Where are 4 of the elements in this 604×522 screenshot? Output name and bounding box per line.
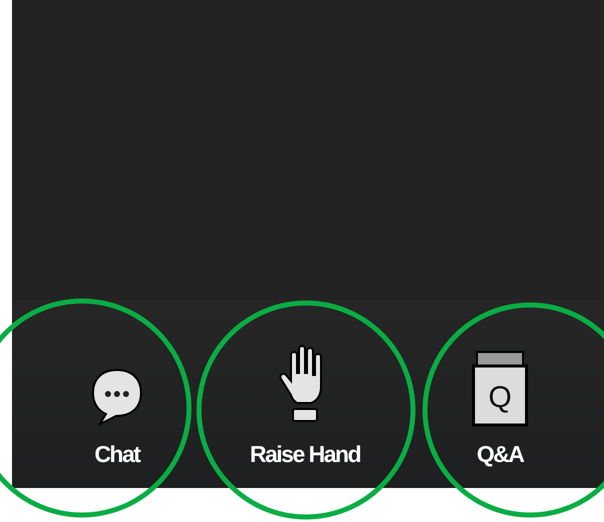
chat-button[interactable]: Chat	[70, 328, 164, 468]
speech-bubble-icon	[90, 367, 144, 427]
qa-button[interactable]: Q Q&A	[460, 328, 540, 468]
raise-hand-button[interactable]: Raise Hand	[230, 328, 380, 468]
